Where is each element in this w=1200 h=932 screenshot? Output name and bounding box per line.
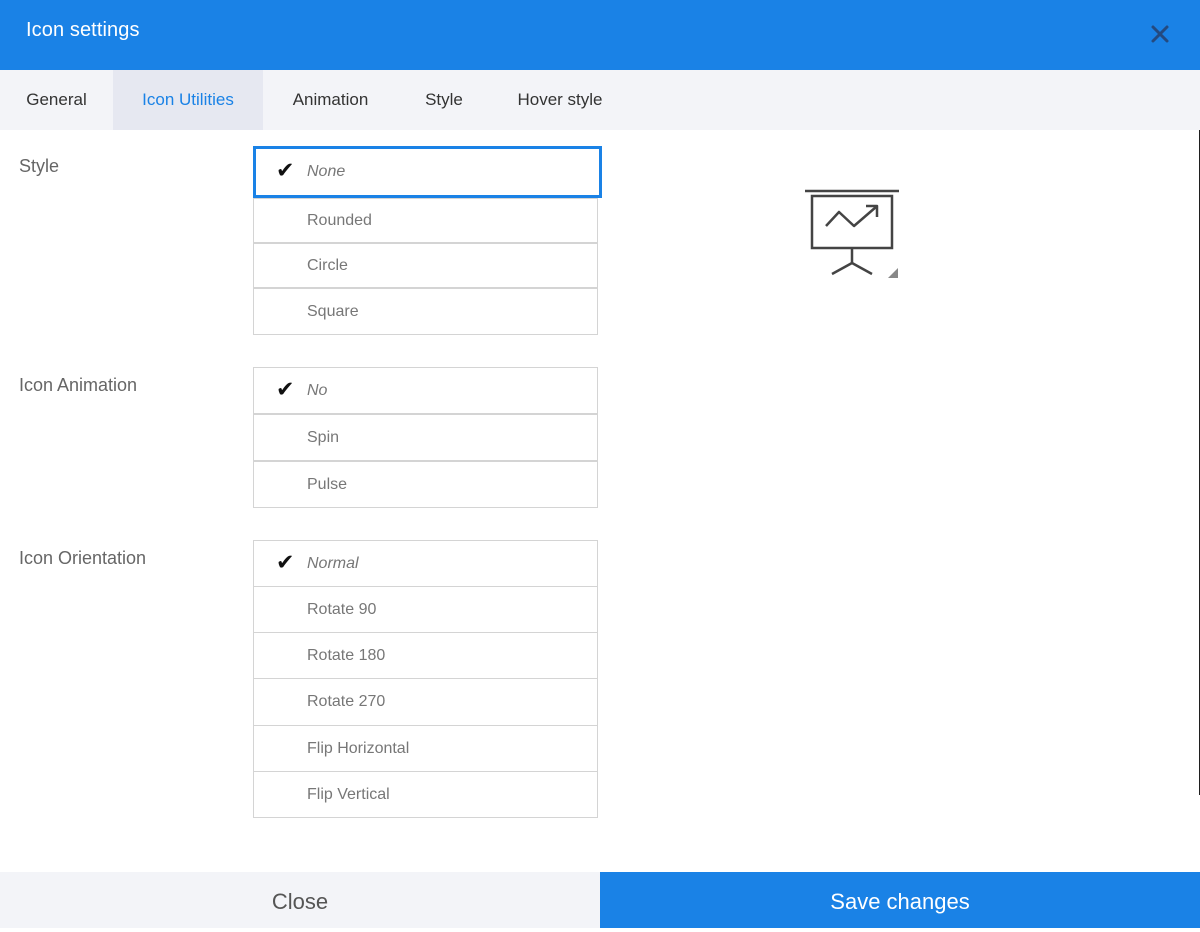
save-changes-button[interactable]: Save changes [600,872,1200,928]
option-label: Pulse [307,475,348,493]
icon-orientation-label: Icon Orientation [19,548,147,568]
checkmark-icon: ✔ [276,376,295,402]
option-label: Square [307,302,359,320]
option-label: No [307,381,328,399]
tab-animation[interactable]: Animation [263,70,398,130]
orientation-option-flip-vertical[interactable]: Flip Vertical [253,771,598,818]
dialog-title: Icon settings [26,19,140,41]
option-label: Rotate 270 [307,693,386,710]
tab-icon-utilities[interactable]: Icon Utilities [113,70,263,130]
animation-options: ✔ No Spin Pulse [253,367,600,508]
checkmark-icon: ✔ [276,549,295,575]
option-label: Rounded [307,211,372,229]
orientation-option-rotate-90[interactable]: Rotate 90 [253,586,598,633]
tab-bar: General Icon Utilities Animation Style H… [0,70,1200,130]
orientation-option-flip-horizontal[interactable]: Flip Horizontal [253,725,598,772]
style-option-none[interactable]: ✔ None [253,146,602,198]
orientation-option-rotate-180[interactable]: Rotate 180 [253,632,598,679]
style-option-square[interactable]: Square [253,288,598,335]
option-label: Rotate 90 [307,600,377,618]
orientation-option-normal[interactable]: ✔ Normal [253,540,598,587]
animation-option-pulse[interactable]: Pulse [253,461,598,508]
option-label: None [307,163,346,180]
tab-general[interactable]: General [0,70,113,130]
style-option-rounded[interactable]: Rounded [253,198,598,243]
close-button[interactable]: Close [0,872,600,928]
animation-option-no[interactable]: ✔ No [253,367,598,414]
orientation-options: ✔ Normal Rotate 90 Rotate 180 Rotate 270… [253,540,600,819]
checkmark-icon: ✔ [276,157,295,183]
option-label: Flip Vertical [307,785,390,803]
tab-hover-style[interactable]: Hover style [490,70,630,130]
presentation-chart-icon [804,188,900,280]
orientation-option-rotate-270[interactable]: Rotate 270 [253,678,598,726]
animation-option-spin[interactable]: Spin [253,414,598,461]
style-options: ✔ None Rounded Circle Square [253,146,602,336]
close-icon[interactable] [1146,20,1174,48]
option-label: Circle [307,256,348,274]
dialog-header: Icon settings [0,0,1200,70]
option-label: Rotate 180 [307,646,386,664]
option-label: Flip Horizontal [307,739,410,757]
icon-animation-label: Icon Animation [19,375,138,395]
style-label: Style [19,156,60,176]
option-label: Spin [307,428,340,446]
option-label: Normal [307,554,359,572]
style-option-circle[interactable]: Circle [253,243,598,288]
tab-style[interactable]: Style [398,70,490,130]
